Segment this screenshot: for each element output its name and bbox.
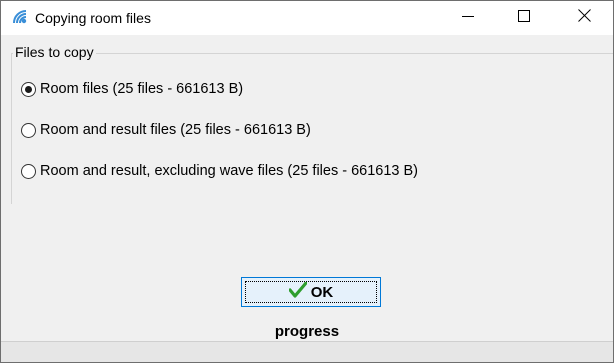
radio-room-and-result-excluding-wave[interactable]: [21, 163, 36, 179]
close-icon: [577, 9, 591, 27]
option-room-and-result-excluding-wave[interactable]: Room and result, excluding wave files (2…: [21, 161, 418, 181]
option-room-and-result-excluding-wave-label: Room and result, excluding wave files (2…: [40, 163, 418, 179]
files-to-copy-label: Files to copy: [13, 44, 96, 60]
status-bar: [1, 341, 613, 362]
wave-logo-icon: [11, 8, 29, 26]
ok-button-focus-rect: OK: [245, 280, 377, 303]
option-room-and-result-files-label: Room and result files (25 files - 661613…: [40, 122, 311, 138]
option-room-and-result-files[interactable]: Room and result files (25 files - 661613…: [21, 120, 311, 140]
title-bar[interactable]: Copying room files: [1, 1, 613, 35]
window-title: Copying room files: [35, 10, 151, 26]
copy-dialog-window: Copying room files Files to copy Room fi…: [0, 0, 614, 363]
maximize-icon: [518, 9, 530, 27]
radio-room-and-result-files[interactable]: [21, 122, 36, 138]
close-button[interactable]: [561, 1, 607, 35]
ok-button[interactable]: OK: [241, 277, 381, 307]
checkmark-icon: [288, 280, 308, 303]
option-room-files-label: Room files (25 files - 661613 B): [40, 81, 244, 97]
maximize-button[interactable]: [501, 1, 547, 35]
radio-room-files[interactable]: [21, 81, 36, 97]
progress-label: progress: [274, 323, 340, 340]
option-room-files[interactable]: Room files (25 files - 661613 B): [21, 79, 243, 99]
minimize-button[interactable]: [445, 1, 491, 35]
minimize-icon: [462, 9, 474, 27]
ok-button-label: OK: [310, 283, 334, 301]
